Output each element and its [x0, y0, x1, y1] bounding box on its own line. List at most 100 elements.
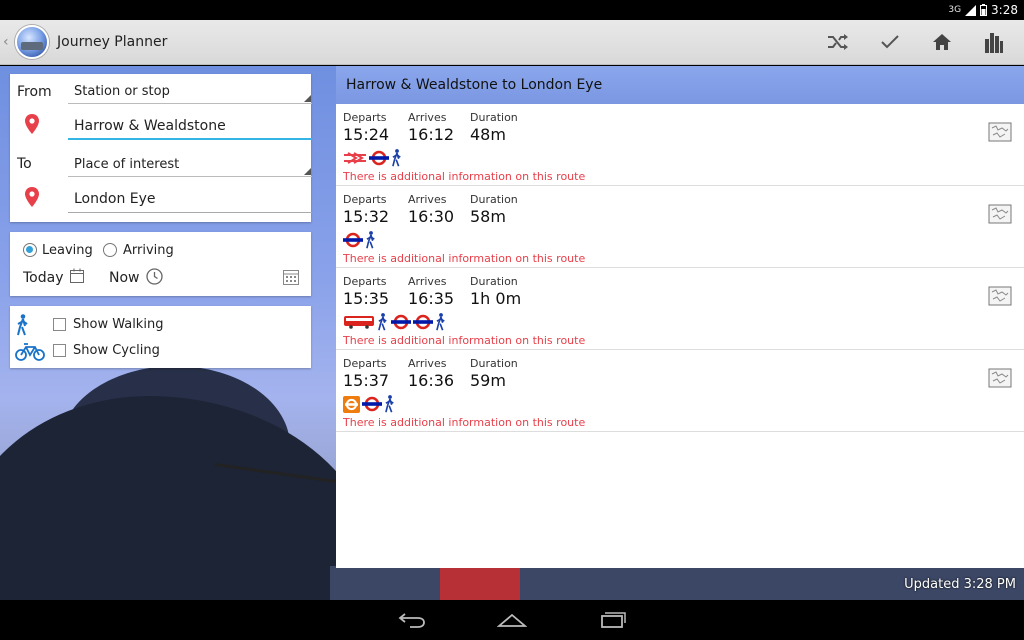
journey-row[interactable]: Departs Arrives Duration 15:24 16:12 48m There… — [336, 104, 1024, 186]
transport-modes — [343, 231, 377, 249]
date-value[interactable]: Today — [23, 270, 64, 286]
tree-shape — [0, 396, 380, 600]
network-type: 3G — [948, 5, 962, 15]
city-button[interactable] — [968, 20, 1020, 65]
walking-label[interactable]: Show Walking — [73, 317, 163, 332]
leaving-label[interactable]: Leaving — [42, 243, 93, 258]
recents-button[interactable] — [582, 600, 642, 640]
options-card: Show Walking Show Cycling — [10, 306, 311, 368]
recents-icon — [601, 612, 626, 628]
journey-row[interactable]: Departs Arrives Duration 15:32 16:30 58m There… — [336, 186, 1024, 268]
tube-icon — [413, 314, 433, 330]
journey-row[interactable]: Departs Arrives Duration 15:35 16:35 1h 0m The… — [336, 268, 1024, 350]
shuffle-button[interactable] — [812, 20, 864, 65]
overground-icon — [343, 395, 360, 413]
home-icon — [933, 34, 951, 50]
route-info-text[interactable]: There is additional information on this … — [343, 170, 585, 183]
arrives-time: 16:12 — [408, 125, 455, 144]
to-type-spinner[interactable]: Place of interest — [68, 155, 312, 177]
action-buttons — [812, 20, 1020, 65]
home-nav-button[interactable] — [482, 600, 542, 640]
map-icon[interactable] — [988, 368, 1012, 388]
map-icon[interactable] — [988, 204, 1012, 224]
route-info-text[interactable]: There is additional information on this … — [343, 252, 585, 265]
results-header: Harrow & Wealdstone to London Eye — [336, 66, 1024, 104]
route-info-text[interactable]: There is additional information on this … — [343, 334, 585, 347]
navigation-bar — [0, 600, 1024, 640]
tube-icon — [369, 150, 389, 166]
updated-timestamp: Updated 3:28 PM — [904, 577, 1016, 592]
duration-header: Duration — [470, 357, 518, 370]
walking-icon — [385, 395, 394, 413]
duration-header: Duration — [470, 193, 518, 206]
tube-icon — [391, 314, 411, 330]
route-card: From Station or stop Harrow & Wealdstone… — [10, 74, 312, 222]
clock: 3:28 — [991, 3, 1018, 17]
duration-value: 59m — [470, 371, 506, 390]
from-input[interactable]: Harrow & Wealdstone — [68, 114, 312, 140]
departs-time: 15:37 — [343, 371, 390, 390]
arrives-header: Arrives — [408, 111, 447, 124]
cycling-checkbox[interactable] — [53, 344, 66, 357]
transport-modes — [343, 149, 403, 167]
walking-icon — [436, 313, 445, 331]
app-logo[interactable] — [15, 25, 49, 59]
back-button[interactable] — [382, 600, 442, 640]
tube-icon — [362, 396, 382, 412]
shuffle-icon — [828, 34, 848, 50]
results-panel: Harrow & Wealdstone to London Eye Depart… — [336, 66, 1024, 568]
departs-header: Departs — [343, 111, 387, 124]
map-icon[interactable] — [988, 286, 1012, 306]
clock-icon[interactable] — [146, 268, 163, 285]
map-icon[interactable] — [988, 122, 1012, 142]
transport-modes — [343, 395, 396, 413]
arrives-header: Arrives — [408, 357, 447, 370]
cycling-icon — [15, 343, 45, 361]
transport-modes — [343, 313, 447, 331]
battery-icon — [980, 4, 988, 16]
departs-header: Departs — [343, 193, 387, 206]
departs-time: 15:32 — [343, 207, 390, 226]
confirm-button[interactable] — [864, 20, 916, 65]
arrives-header: Arrives — [408, 193, 447, 206]
departs-header: Departs — [343, 357, 387, 370]
arrives-time: 16:36 — [408, 371, 455, 390]
to-input[interactable]: London Eye — [68, 187, 312, 213]
status-bar: 3G 3:28 — [0, 0, 1024, 20]
arriving-label[interactable]: Arriving — [123, 243, 174, 258]
date-picker-icon[interactable] — [282, 268, 300, 286]
rail-icon — [344, 152, 366, 164]
arriving-radio[interactable] — [103, 243, 117, 257]
cycling-label[interactable]: Show Cycling — [73, 343, 160, 358]
signal-icon — [965, 4, 977, 16]
home-nav-icon — [497, 613, 527, 627]
walking-checkbox[interactable] — [53, 318, 66, 331]
up-chevron-icon[interactable]: ‹ — [3, 34, 13, 50]
duration-value: 58m — [470, 207, 506, 226]
route-info-text[interactable]: There is additional information on this … — [343, 416, 585, 429]
action-bar: ‹ Journey Planner — [0, 20, 1024, 65]
duration-header: Duration — [470, 111, 518, 124]
city-icon — [985, 33, 1003, 53]
building-shape — [440, 566, 520, 600]
from-type-spinner[interactable]: Station or stop — [68, 82, 312, 104]
leaving-radio[interactable] — [23, 243, 37, 257]
duration-header: Duration — [470, 275, 518, 288]
from-label: From — [17, 84, 52, 100]
time-card: Leaving Arriving Today Now — [10, 232, 311, 296]
walking-icon — [392, 149, 401, 167]
calendar-icon[interactable] — [69, 268, 85, 284]
journey-row[interactable]: Departs Arrives Duration 15:37 16:36 59m There… — [336, 350, 1024, 432]
arrives-time: 16:30 — [408, 207, 455, 226]
home-button[interactable] — [916, 20, 968, 65]
departs-time: 15:35 — [343, 289, 390, 308]
duration-value: 1h 0m — [470, 289, 522, 308]
bus-icon — [344, 316, 374, 329]
time-value[interactable]: Now — [109, 270, 140, 286]
location-pin-icon — [25, 187, 39, 207]
tube-icon — [343, 232, 363, 248]
walking-icon — [366, 231, 375, 249]
walking-icon — [17, 314, 28, 336]
arrives-time: 16:35 — [408, 289, 455, 308]
departs-header: Departs — [343, 275, 387, 288]
